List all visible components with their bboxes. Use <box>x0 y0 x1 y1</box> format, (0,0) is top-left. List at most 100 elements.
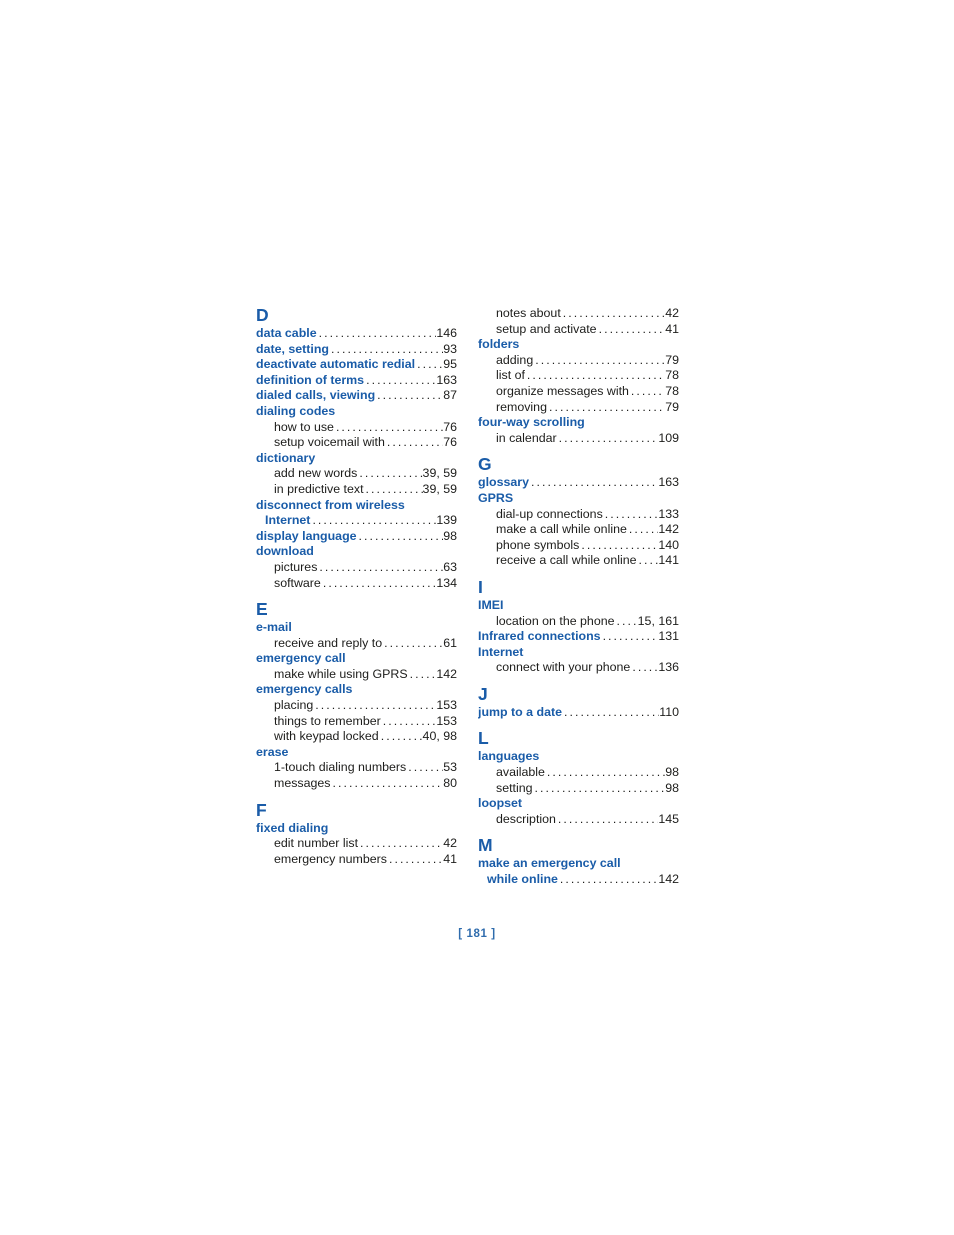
index-subentry[interactable]: phone symbols...........................… <box>478 538 679 554</box>
index-entry[interactable]: disconnect from wireless................… <box>256 498 457 514</box>
index-subentry[interactable]: in calendar.............................… <box>478 431 679 447</box>
leader-dots: ........................................… <box>581 537 659 552</box>
index-entry-label: glossary <box>478 475 529 490</box>
index-subentry[interactable]: setup voicemail with....................… <box>256 435 457 451</box>
index-entry-label: description <box>496 811 556 826</box>
leader-dots: ........................................… <box>388 851 443 866</box>
index-subentry[interactable]: organize messages with..................… <box>478 384 679 400</box>
index-subentry[interactable]: list of.................................… <box>478 368 679 384</box>
index-subentry[interactable]: placing.................................… <box>256 698 457 714</box>
index-subentry[interactable]: receive a call while online.............… <box>478 553 679 569</box>
index-entry[interactable]: languages...............................… <box>478 749 679 765</box>
index-entry-label: setting <box>496 780 533 795</box>
index-letter-heading: G <box>478 454 492 475</box>
index-entry-label: emergency calls <box>256 682 353 697</box>
index-entry[interactable]: dialing codes...........................… <box>256 404 457 420</box>
index-subentry[interactable]: setting.................................… <box>478 781 679 797</box>
index-entry-label: dictionary <box>256 450 316 465</box>
index-subentry[interactable]: make a call while online................… <box>478 522 679 538</box>
index-entry[interactable]: Internet................................… <box>478 645 679 661</box>
index-subentry[interactable]: receive and reply to....................… <box>256 636 457 652</box>
index-subentry[interactable]: in predictive text......................… <box>256 482 457 498</box>
index-entry[interactable]: e-mail..................................… <box>256 620 457 636</box>
index-subentry[interactable]: adding..................................… <box>478 353 679 369</box>
index-subentry[interactable]: with keypad locked......................… <box>256 729 457 745</box>
index-subentry[interactable]: pictures................................… <box>256 560 457 576</box>
index-entry-pagenumber: 39, 59 <box>422 481 457 496</box>
index-subentry[interactable]: 1-touch dialing numbers.................… <box>256 760 457 776</box>
index-entry-pagenumber: 42 <box>665 306 679 320</box>
index-entry-pagenumber: 87 <box>443 388 457 403</box>
index-entry[interactable]: folders.................................… <box>478 337 679 353</box>
index-entry[interactable]: GPRS....................................… <box>478 491 679 507</box>
index-entry-label: receive and reply to <box>274 635 383 650</box>
index-entry[interactable]: IMEI....................................… <box>478 598 679 614</box>
index-entry[interactable]: dictionary..............................… <box>256 451 457 467</box>
index-entry[interactable]: Infrared connections....................… <box>478 629 679 645</box>
index-subentry[interactable]: edit number list........................… <box>256 836 457 852</box>
index-letter-heading: J <box>478 683 488 704</box>
index-entry-label: pictures <box>274 559 318 574</box>
leader-dots: ........................................… <box>530 475 658 490</box>
leader-dots: ........................................… <box>628 522 658 537</box>
index-entry[interactable]: jump to a date..........................… <box>478 705 679 721</box>
leader-dots: ........................................… <box>534 780 666 795</box>
index-entry[interactable]: deactivate automatic redial.............… <box>256 357 457 373</box>
index-subentry[interactable]: messages................................… <box>256 776 457 792</box>
leader-dots: ........................................… <box>408 760 444 775</box>
index-entry[interactable]: while online............................… <box>478 872 679 888</box>
index-entry-label: how to use <box>274 419 334 434</box>
leader-dots: ........................................… <box>562 306 665 320</box>
index-entry[interactable]: download................................… <box>256 544 457 560</box>
leader-dots: ........................................… <box>535 352 665 367</box>
index-entry-label: download <box>256 544 314 559</box>
index-entry[interactable]: erase...................................… <box>256 745 457 761</box>
index-entry-label: emergency call <box>256 651 346 666</box>
index-subentry[interactable]: make while using GPRS...................… <box>256 667 457 683</box>
index-entry[interactable]: dialed calls, viewing...................… <box>256 388 457 404</box>
index-subentry[interactable]: location on the phone...................… <box>478 614 679 630</box>
index-subentry[interactable]: removing................................… <box>478 400 679 416</box>
index-entry[interactable]: data cable..............................… <box>256 326 457 342</box>
index-entry-pagenumber: 131 <box>658 629 679 644</box>
index-subentry[interactable]: description.............................… <box>478 812 679 828</box>
index-entry-pagenumber: 42 <box>443 836 457 851</box>
index-entry[interactable]: glossary................................… <box>478 475 679 491</box>
index-entry[interactable]: display language........................… <box>256 529 457 545</box>
index-entry[interactable]: Internet................................… <box>256 513 457 529</box>
index-entry-pagenumber: 76 <box>443 419 457 434</box>
index-entry-pagenumber: 40, 98 <box>422 729 457 744</box>
index-entry[interactable]: loopset.................................… <box>478 796 679 812</box>
index-letter-heading: M <box>478 835 493 856</box>
index-entry-label: in calendar <box>496 430 557 445</box>
index-entry[interactable]: four-way scrolling......................… <box>478 415 679 431</box>
index-entry-label: add new words <box>274 466 358 481</box>
index-entry-label: erase <box>256 744 289 759</box>
index-subentry[interactable]: available...............................… <box>478 765 679 781</box>
index-subentry[interactable]: software................................… <box>256 576 457 592</box>
index-subentry[interactable]: setup and activate......................… <box>478 322 679 338</box>
index-subentry[interactable]: notes about.............................… <box>478 306 679 322</box>
index-entry[interactable]: date, setting...........................… <box>256 342 457 358</box>
index-letter-heading: L <box>478 728 489 749</box>
index-entry-pagenumber: 41 <box>665 321 679 336</box>
index-entry[interactable]: fixed dialing...........................… <box>256 821 457 837</box>
index-subentry[interactable]: things to remember......................… <box>256 714 457 730</box>
index-subentry[interactable]: emergency numbers.......................… <box>256 852 457 868</box>
index-entry-label: fixed dialing <box>256 820 329 835</box>
index-entry[interactable]: emergency calls.........................… <box>256 682 457 698</box>
index-subentry[interactable]: connect with your phone.................… <box>478 660 679 676</box>
leader-dots: ........................................… <box>380 729 423 744</box>
index-entry[interactable]: make an emergency call..................… <box>478 856 679 872</box>
index-entry-label: in predictive text <box>274 481 364 496</box>
index-subentry[interactable]: how to use..............................… <box>256 420 457 436</box>
index-subentry[interactable]: add new words...........................… <box>256 466 457 482</box>
index-subentry[interactable]: dial-up connections.....................… <box>478 507 679 523</box>
index-entry-pagenumber: 141 <box>658 553 679 568</box>
leader-dots: ........................................… <box>564 704 659 719</box>
index-entry-label: dial-up connections <box>496 506 603 521</box>
index-entry-label: adding <box>496 352 534 367</box>
index-entry-pagenumber: 140 <box>658 537 679 552</box>
index-entry[interactable]: emergency call..........................… <box>256 651 457 667</box>
index-entry[interactable]: definition of terms.....................… <box>256 373 457 389</box>
